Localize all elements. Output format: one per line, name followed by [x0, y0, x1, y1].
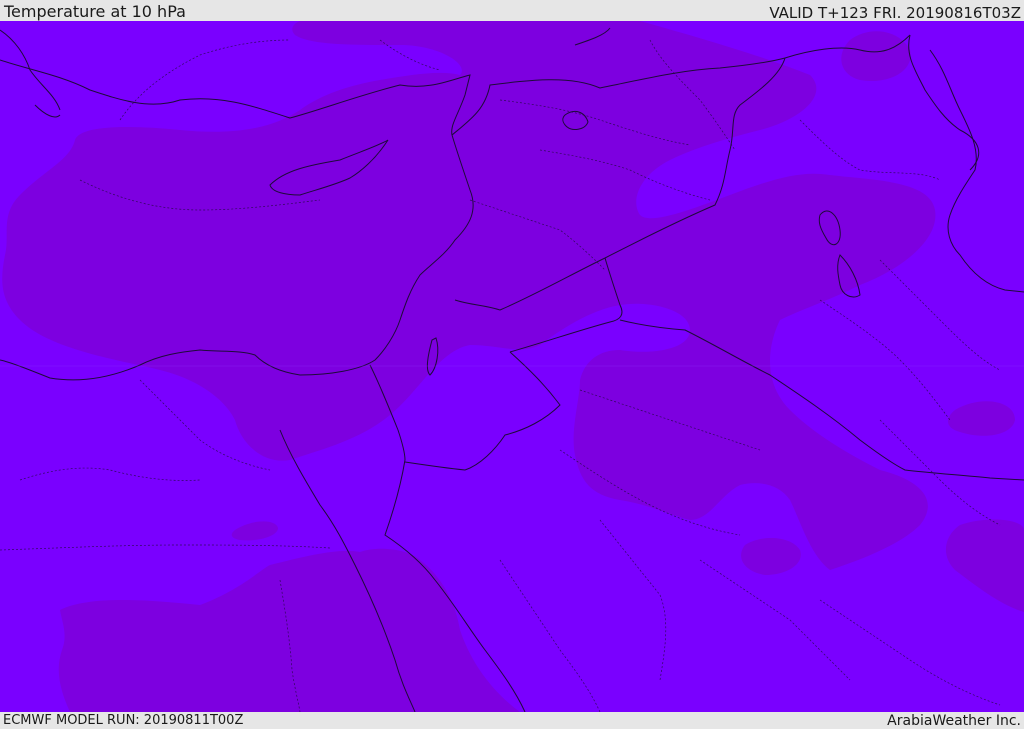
map-area [0, 21, 1024, 712]
map-title: Temperature at 10 hPa [4, 2, 186, 21]
credit-label: ArabiaWeather Inc. [887, 713, 1021, 729]
valid-time-label: VALID T+123 FRI. 20190816T03Z [769, 4, 1021, 22]
map-figure: Temperature at 10 hPa VALID T+123 FRI. 2… [0, 0, 1024, 729]
header-bar: Temperature at 10 hPa VALID T+123 FRI. 2… [0, 0, 1024, 21]
footer-bar: ECMWF MODEL RUN: 20190811T00Z ArabiaWeat… [0, 712, 1024, 729]
model-run-label: ECMWF MODEL RUN: 20190811T00Z [3, 713, 244, 728]
temperature-map [0, 21, 1024, 712]
